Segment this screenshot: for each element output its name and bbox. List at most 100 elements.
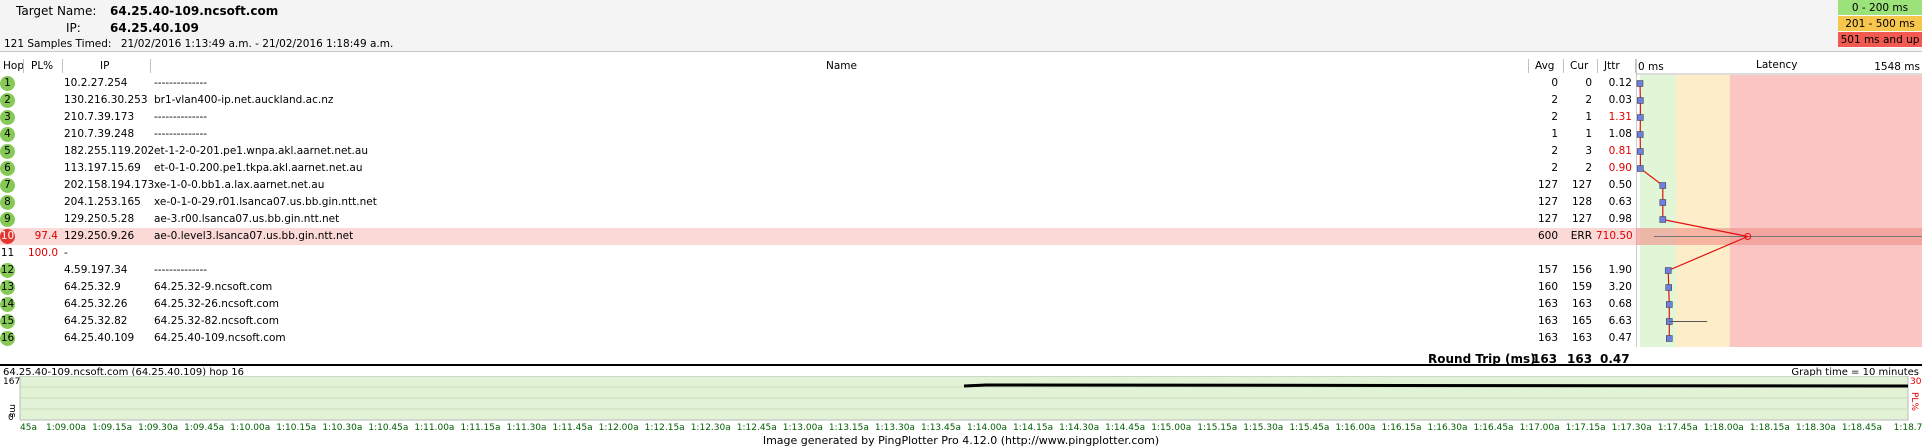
col-jttr[interactable]: Jttr <box>1604 60 1620 72</box>
cell-ip: 202.158.194.173 <box>64 179 155 191</box>
time-tick-label: 1:14.15a <box>1013 423 1053 433</box>
cell-name: 64.25.32-26.ncsoft.com <box>154 298 279 310</box>
time-tick-label: 1:13.30a <box>875 423 915 433</box>
time-tick-label: 1:16.45a <box>1474 423 1514 433</box>
cell-avg: 2 <box>1551 162 1558 174</box>
col-avg[interactable]: Avg <box>1535 60 1554 72</box>
time-tick-label: 1:11.30a <box>507 423 547 433</box>
time-tick-label: 1:18.45a <box>1842 423 1882 433</box>
table-row[interactable]: 8 204.1.253.165 xe-0-1-0-29.r01.lsanca07.u… <box>0 194 1922 211</box>
table-row[interactable]: 14 64.25.32.26 64.25.32-26.ncsoft.com 163 16… <box>0 296 1922 313</box>
table-row[interactable]: 15 64.25.32.82 64.25.32-82.ncsoft.com 163 16… <box>0 313 1922 330</box>
cell-name: xe-1-0-0.bb1.a.lax.aarnet.net.au <box>154 179 325 191</box>
table-row[interactable]: 9 129.250.5.28 ae-3.r00.lsanca07.us.bb.gin… <box>0 211 1922 228</box>
time-tick-label: 1:12.15a <box>645 423 685 433</box>
table-row[interactable]: 13 64.25.32.9 64.25.32-9.ncsoft.com 160 159 3… <box>0 279 1922 296</box>
cell-ip: 129.250.9.26 <box>64 230 135 242</box>
latency-graph-svg <box>1636 59 1922 347</box>
time-tick-label: 1:18.15a <box>1750 423 1790 433</box>
cell-name: xe-0-1-0-29.r01.lsanca07.us.bb.gin.ntt.n… <box>154 196 377 208</box>
cell-avg: 163 <box>1537 332 1558 344</box>
column-headers: Hop PL% IP Name Avg Cur Jttr <box>0 59 1922 73</box>
cell-cur: 156 <box>1571 264 1592 276</box>
table-row[interactable]: 12 4.59.197.34 -------------- 157 156 1.90 <box>0 262 1922 279</box>
pl-axis-unit: PL% <box>1909 392 1919 411</box>
table-row[interactable]: 10 97.4 129.250.9.26 ae-0.level3.lsanca07.u… <box>0 228 1922 245</box>
col-pl[interactable]: PL% <box>31 60 53 72</box>
hop-number: 3 <box>0 110 15 125</box>
cell-ip: 64.25.32.9 <box>64 281 121 293</box>
latency-point <box>1666 335 1673 342</box>
cell-ip: 129.250.5.28 <box>64 213 135 225</box>
time-tick-label: 1:09.15a <box>92 423 132 433</box>
legend-yellow: 201 - 500 ms <box>1838 16 1922 32</box>
latency-graph[interactable]: 0 ms Latency 1548 ms <box>1636 59 1922 347</box>
cell-cur: 127 <box>1571 179 1592 191</box>
samples-timed: 121 Samples Timed: 21/02/2016 1:13:49 a.… <box>4 38 393 50</box>
table-row[interactable]: 2 130.216.30.253 br1-vlan400-ip.net.auckla… <box>0 92 1922 109</box>
cell-cur: 163 <box>1571 332 1592 344</box>
table-row[interactable]: 3 210.7.39.173 -------------- 2 1 1.31 <box>0 109 1922 126</box>
latency-point <box>1637 165 1644 172</box>
cell-avg: 2 <box>1551 111 1558 123</box>
time-tick-label: 1:17.00a <box>1520 423 1560 433</box>
cell-cur: 0 <box>1585 77 1592 89</box>
cell-avg: 1 <box>1551 128 1558 140</box>
col-ip[interactable]: IP <box>100 60 109 72</box>
time-tick-label: 1:09.30a <box>138 423 178 433</box>
column-separator <box>1597 59 1598 73</box>
cell-avg: 127 <box>1537 213 1558 225</box>
time-tick-label: 1:18.30a <box>1796 423 1836 433</box>
cell-ip: 130.216.30.253 <box>64 94 148 106</box>
latency-point <box>1659 199 1667 206</box>
cell-jttr: 0.98 <box>1608 213 1632 225</box>
cell-name: 64.25.40-109.ncsoft.com <box>154 332 286 344</box>
cell-ip: 4.59.197.34 <box>64 264 128 276</box>
latency-zone-red <box>1729 75 1922 347</box>
table-row[interactable]: 5 182.255.119.202 et-1-2-0-201.pe1.wnpa.ak… <box>0 143 1922 160</box>
time-tick-label: 1:10.15a <box>276 423 316 433</box>
time-tick-label: 1:11.00a <box>414 423 454 433</box>
time-tick-label: 1:15.30a <box>1243 423 1283 433</box>
cell-avg: 163 <box>1537 298 1558 310</box>
table-row[interactable]: 16 64.25.40.109 64.25.40-109.ncsoft.com 163… <box>0 330 1922 347</box>
hop-number: 4 <box>0 127 15 142</box>
cell-avg: 2 <box>1551 94 1558 106</box>
y-axis-min: 0 <box>8 413 14 423</box>
cell-cur: 2 <box>1585 162 1592 174</box>
cell-cur: 165 <box>1571 315 1592 327</box>
col-cur[interactable]: Cur <box>1570 60 1588 72</box>
table-row[interactable]: 7 202.158.194.173 xe-1-0-0.bb1.a.lax.aarne… <box>0 177 1922 194</box>
table-row[interactable]: 4 210.7.39.248 -------------- 1 1 1.08 <box>0 126 1922 143</box>
time-tick-label: 1:17.15a <box>1566 423 1606 433</box>
cell-ip: 64.25.32.82 <box>64 315 128 327</box>
time-tick-label: 1:10.45a <box>368 423 408 433</box>
col-hop[interactable]: Hop <box>3 60 24 72</box>
cell-avg: 127 <box>1537 179 1558 191</box>
ip-value: 64.25.40.109 <box>110 21 199 35</box>
hop-number: 16 <box>0 331 15 346</box>
cell-ip: 64.25.32.26 <box>64 298 128 310</box>
cell-jttr: 0.12 <box>1608 77 1632 89</box>
latency-point <box>1636 131 1644 138</box>
latency-point <box>1636 80 1644 87</box>
cell-cur: 1 <box>1585 111 1592 123</box>
cell-jttr: 0.68 <box>1608 298 1632 310</box>
cell-ip: - <box>64 247 68 259</box>
cell-name: ae-3.r00.lsanca07.us.bb.gin.ntt.net <box>154 213 340 225</box>
table-row[interactable]: 11 100.0- <box>0 245 1922 262</box>
latency-point <box>1659 216 1667 223</box>
cell-name: et-0-1-0.200.pe1.tkpa.akl.aarnet.net.au <box>154 162 363 174</box>
table-row[interactable]: 1 10.2.27.254 -------------- 0 0 0.12 <box>0 75 1922 92</box>
time-tick-label: 1:16.30a <box>1427 423 1467 433</box>
table-row[interactable]: 6 113.197.15.69 et-0-1-0.200.pe1.tkpa.akl.… <box>0 160 1922 177</box>
latency-legend: 0 - 200 ms 201 - 500 ms 501 ms and up <box>1838 0 1922 48</box>
col-name[interactable]: Name <box>826 60 857 72</box>
latency-zone-yellow <box>1675 75 1730 347</box>
cell-jttr: 1.08 <box>1608 128 1632 140</box>
hop-number: 1 <box>0 76 15 91</box>
cell-name: -------------- <box>154 111 208 123</box>
timeline-graph[interactable]: 167ms030PL%45a 1:09.00a 1:09.15a 1:09.30a 1:… <box>0 376 1922 436</box>
time-tick-label: 1:09.45a <box>184 423 224 433</box>
y-axis-max: 167 <box>3 377 20 387</box>
